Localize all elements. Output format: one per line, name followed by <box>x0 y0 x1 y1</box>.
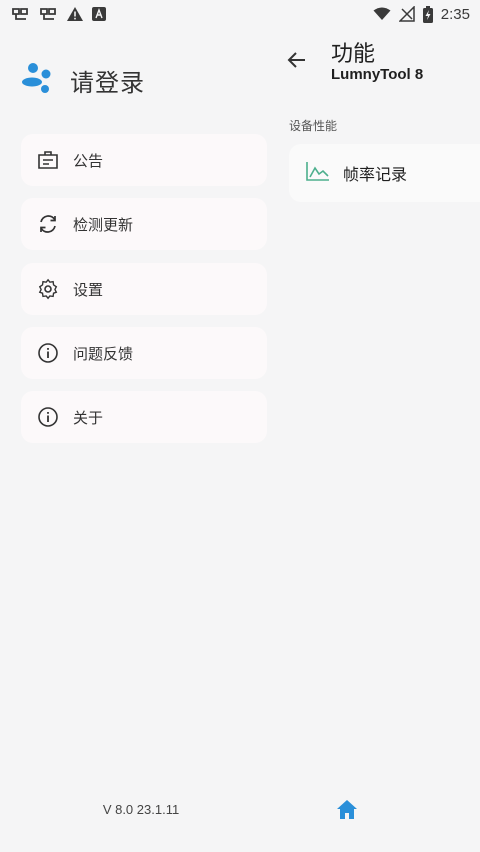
menu-item-label: 检测更新 <box>73 215 134 234</box>
function-item-fps-record[interactable]: 帧率记录 <box>289 144 480 202</box>
menu-item-about[interactable]: 关于 <box>21 391 267 443</box>
menu-item-announcement[interactable]: 公告 <box>21 134 267 186</box>
page-subtitle: LumnyTool 8 <box>331 66 424 83</box>
menu-item-label: 问题反馈 <box>73 344 134 363</box>
bug-icon <box>10 6 30 22</box>
warning-icon <box>66 6 84 22</box>
function-item-label: 帧率记录 <box>343 165 408 184</box>
menu-item-check-update[interactable]: 检测更新 <box>21 198 267 250</box>
a-badge-icon <box>92 7 106 21</box>
status-bar: 2:35 <box>0 0 480 28</box>
wifi-icon <box>373 7 391 21</box>
menu-item-label: 公告 <box>73 151 104 170</box>
info-icon <box>37 342 59 364</box>
back-arrow-icon[interactable] <box>285 48 309 72</box>
status-left <box>10 6 106 22</box>
home-icon[interactable] <box>335 798 359 822</box>
app-logo-icon <box>20 62 56 98</box>
gear-icon <box>37 278 59 300</box>
bug-icon <box>38 6 58 22</box>
info-icon <box>37 406 59 428</box>
profile-login[interactable]: 请登录 <box>20 62 145 98</box>
menu-item-settings[interactable]: 设置 <box>21 263 267 315</box>
status-right: 2:35 <box>373 5 470 23</box>
clock: 2:35 <box>440 5 470 23</box>
announcement-icon <box>37 149 59 171</box>
navigation-drawer: 请登录 公告 检测更新 设置 问题反馈 关于 V 8.0 23.1.11 <box>0 28 286 852</box>
login-label: 请登录 <box>70 68 145 97</box>
chart-line-icon <box>305 160 331 186</box>
menu-item-label: 关于 <box>73 408 104 427</box>
no-signal-icon <box>398 6 415 22</box>
battery-charging-icon <box>422 5 433 23</box>
page-title: 功能 <box>331 42 376 67</box>
section-label: 设备性能 <box>289 119 338 133</box>
refresh-icon <box>37 213 59 235</box>
menu-item-label: 设置 <box>73 280 104 299</box>
app-version: V 8.0 23.1.11 <box>102 802 180 817</box>
menu-item-feedback[interactable]: 问题反馈 <box>21 327 267 379</box>
